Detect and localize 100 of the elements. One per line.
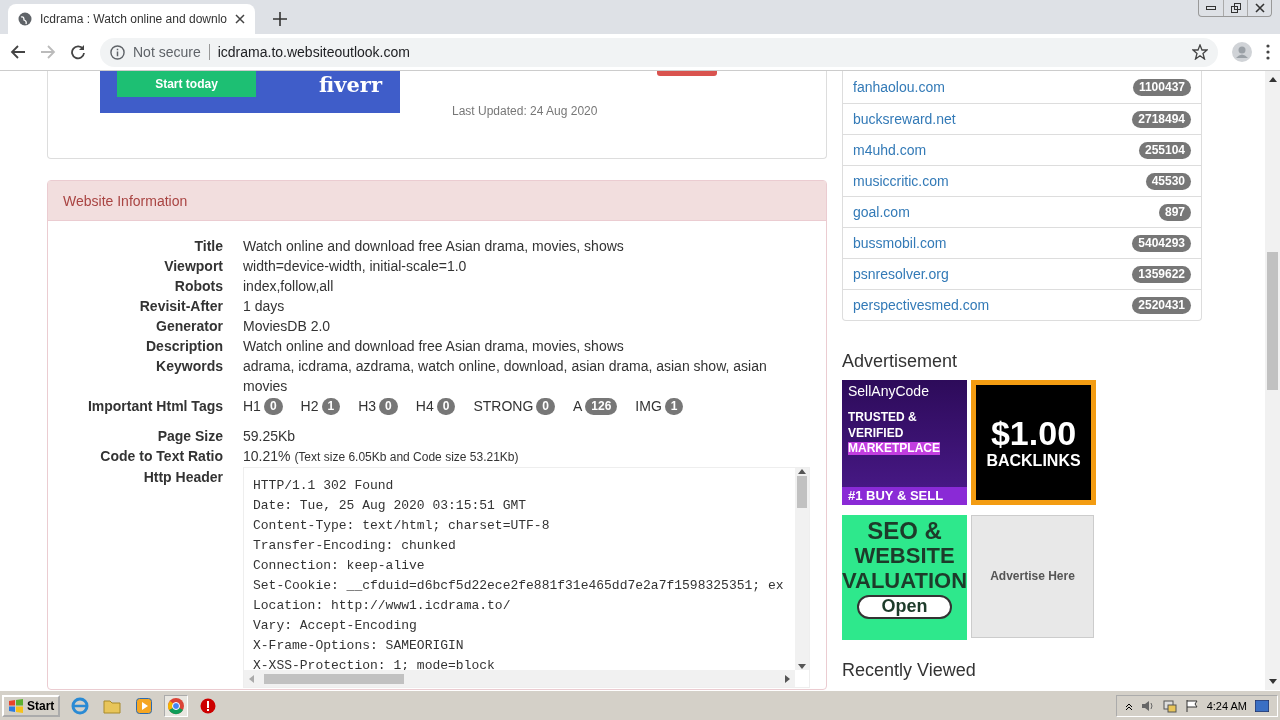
header-line: Date: Tue, 25 Aug 2020 03:15:51 GMT xyxy=(253,497,528,515)
avatar-icon[interactable] xyxy=(1232,42,1252,62)
flag-icon xyxy=(1184,698,1199,713)
info-value: Watch online and download free Asian drama, movies, shows xyxy=(243,337,625,356)
reload-icon[interactable] xyxy=(70,44,86,60)
e-logo-icon xyxy=(71,696,90,715)
info-value: width=device-width, initial-scale=1.0 xyxy=(243,257,468,276)
arrow-up-icon xyxy=(798,468,806,474)
header-line: Location: http://www1.icdrama.to/ xyxy=(253,597,512,615)
site-link[interactable]: bussmobil.com xyxy=(853,235,947,251)
arrow-up-icon xyxy=(1268,76,1277,82)
menu-icon[interactable] xyxy=(1266,44,1270,60)
count-badge: 1 xyxy=(664,397,684,415)
ad-text: WEBSITE xyxy=(854,544,955,569)
count-badge: 0 xyxy=(536,397,555,415)
html-tag: IMG 1 xyxy=(635,396,684,416)
count-badge: 126 xyxy=(585,397,618,415)
ad-text: MARKETPLACE xyxy=(848,441,940,455)
header-line: Transfer-Encoding: chunked xyxy=(253,537,457,555)
info-label: Revisit-After xyxy=(138,297,223,316)
windows-logo-icon xyxy=(8,698,24,713)
site-link[interactable]: bucksreward.net xyxy=(853,111,956,127)
html-tag: STRONG 0 xyxy=(473,396,555,416)
count-badge: 0 xyxy=(263,397,283,415)
advert-banner[interactable]: $1.00 BACKLINKS xyxy=(971,380,1096,505)
rank-badge: 5404293 xyxy=(1132,234,1191,252)
panel-heading: Website Information xyxy=(48,181,826,221)
open-button[interactable]: Open xyxy=(857,594,952,619)
start-button[interactable]: Start xyxy=(2,694,61,717)
rank-badge: 255104 xyxy=(1138,141,1191,159)
arrow-right-icon xyxy=(785,674,791,683)
site-link[interactable]: musiccritic.com xyxy=(853,173,949,189)
advert-banner[interactable]: SellAnyCode TRUSTED & VERIFIED MARKETPLACE #1 BUY & SELL xyxy=(842,380,967,505)
chrome-taskbar-icon[interactable] xyxy=(164,694,189,717)
advert-placeholder[interactable]: Advertise Here xyxy=(971,515,1094,638)
last-updated-text: Last Updated: 24 Aug 2020 xyxy=(452,104,599,118)
header-line: Content-Type: text/html; charset=UTF-8 xyxy=(253,517,551,535)
advert-banner[interactable]: Start today fiverr xyxy=(100,71,400,113)
folder-icon xyxy=(103,697,122,714)
alert-icon xyxy=(200,697,217,714)
info-value: index,follow,all xyxy=(243,277,335,296)
speaker-icon xyxy=(1140,699,1155,712)
info-label: Robots xyxy=(173,277,223,296)
star-icon[interactable] xyxy=(1192,44,1208,60)
count-badge: 1 xyxy=(321,397,341,415)
rank-badge: 2520431 xyxy=(1132,296,1191,314)
html-tag: H1 0 xyxy=(243,396,283,416)
scrollbar[interactable] xyxy=(795,468,809,670)
site-link[interactable]: m4uhd.com xyxy=(853,142,927,158)
info-label: Description xyxy=(145,337,223,356)
header-line: Set-Cookie: __cfduid=d6bcf5d22ece2fe881f31e465dd7e2a7f1598325351; ex xyxy=(253,577,785,595)
url-text: icdrama.to.websiteoutlook.com xyxy=(217,44,411,60)
tab-title: Icdrama : Watch online and downlo xyxy=(40,12,227,26)
close-icon xyxy=(235,14,245,24)
section-heading: Recently Viewed xyxy=(842,660,977,681)
close-icon xyxy=(1254,3,1265,13)
html-tag: H4 0 xyxy=(415,396,456,416)
site-link[interactable]: fanhaolou.com xyxy=(853,79,945,95)
arrow-down-icon xyxy=(798,664,806,670)
scrollbar-thumb[interactable] xyxy=(264,673,404,684)
forward-icon[interactable] xyxy=(40,44,56,60)
info-label: Title xyxy=(193,237,223,256)
info-value: 10.21% (Text size 6.05Kb and Code size 53.21Kb) xyxy=(243,447,520,466)
scrollbar[interactable] xyxy=(244,670,795,687)
info-label: Page Size xyxy=(156,427,223,446)
count-badge: 0 xyxy=(436,397,456,415)
rank-badge: 2718494 xyxy=(1132,110,1191,128)
advert-banner[interactable]: SEO & WEBSITE VALUATION Open xyxy=(842,515,967,640)
info-label: Important Html Tags xyxy=(86,397,223,416)
circle-logo-icon xyxy=(167,696,186,715)
minimize-icon xyxy=(1206,6,1216,10)
info-label: Http Header xyxy=(142,468,223,487)
ad-text: VERIFIED xyxy=(848,426,905,440)
ad-text: VALUATION xyxy=(842,568,967,593)
rank-badge: 897 xyxy=(1158,203,1191,221)
security-label: Not secure xyxy=(133,44,210,60)
globe-icon xyxy=(18,12,32,26)
site-link[interactable]: perspectivesmed.com xyxy=(853,297,990,313)
header-line: Connection: keep-alive xyxy=(253,557,426,575)
page-scrollbar[interactable] xyxy=(1265,71,1280,690)
scrollbar-thumb[interactable] xyxy=(797,476,807,508)
scrollbar-thumb[interactable] xyxy=(1267,251,1278,390)
ad-text: TRUSTED & xyxy=(848,411,918,425)
browser-tab[interactable]: Icdrama : Watch online and downlo xyxy=(8,4,255,34)
info-label: Keywords xyxy=(155,357,223,376)
site-link[interactable]: psnresolver.org xyxy=(853,266,949,282)
header-line: Vary: Accept-Encoding xyxy=(253,617,418,635)
address-bar[interactable]: Not secure icdrama.to.websiteoutlook.com xyxy=(100,37,1218,67)
rank-badge: 1359622 xyxy=(1132,265,1191,283)
ad-text: #1 BUY & SELL xyxy=(842,486,967,505)
section-heading: Advertisement xyxy=(842,351,959,372)
back-icon[interactable] xyxy=(10,44,26,60)
clock-text: 4:24 AM xyxy=(1206,699,1247,712)
info-value: 1 days xyxy=(243,297,286,316)
info-value: MoviesDB 2.0 xyxy=(243,317,332,336)
site-link[interactable]: goal.com xyxy=(853,204,910,220)
play-icon xyxy=(136,697,153,714)
info-value: Watch online and download free Asian drama, movies, shows xyxy=(243,237,625,256)
chevron-up-icon xyxy=(1124,701,1133,710)
new-tab-icon xyxy=(273,12,287,26)
